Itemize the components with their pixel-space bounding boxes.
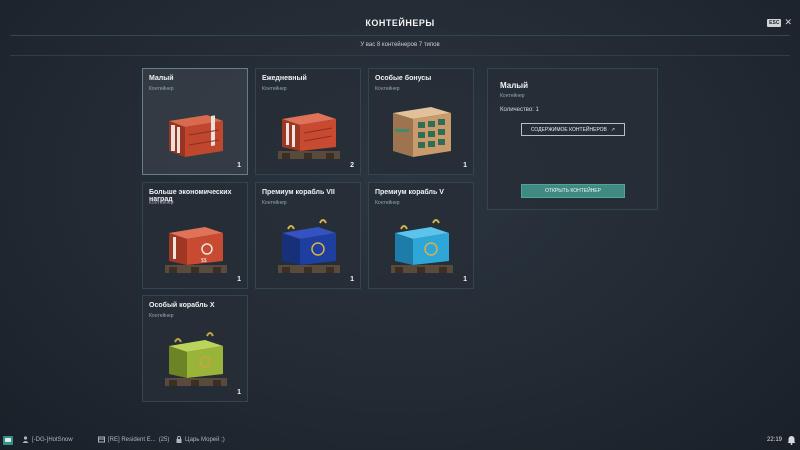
container-count: 1: [237, 276, 241, 283]
clan-member-count: (25): [158, 436, 170, 443]
container-card-more-economic-rewards[interactable]: Больше экономических наград Контейнер $$…: [142, 182, 248, 289]
close-icon[interactable]: ✕: [784, 18, 792, 27]
container-contents-label: СОДЕРЖИМОЕ КОНТЕЙНЕРОВ: [530, 126, 607, 133]
container-count: 1: [350, 276, 354, 283]
container-details-panel: Малый Контейнер Количество: 1 СОДЕРЖИМОЕ…: [487, 68, 658, 210]
container-card-special-bonuses[interactable]: Особые бонусы Контейнер 1: [368, 68, 474, 175]
container-contents-button[interactable]: СОДЕРЖИМОЕ КОНТЕЙНЕРОВ ↗: [521, 123, 625, 136]
container-crate-image: [391, 219, 453, 273]
external-link-icon: ↗: [610, 126, 616, 133]
container-type: Контейнер: [262, 200, 287, 206]
page-title: КОНТЕЙНЕРЫ: [365, 18, 435, 28]
container-count: 1: [463, 162, 467, 169]
clock: 22:19: [766, 437, 782, 443]
player-name: [-DG-]HotSnow: [32, 436, 73, 443]
details-container-name: Малый: [500, 81, 529, 90]
clan-name: [RE] Resident E...: [108, 436, 156, 443]
close-control[interactable]: ESC ✕: [767, 18, 792, 27]
header-divider: [10, 35, 790, 36]
chat-icon[interactable]: [3, 436, 13, 445]
container-cabinet-image: [393, 107, 451, 157]
open-container-button[interactable]: ОТКРЫТЬ КОНТЕЙНЕР: [521, 184, 625, 198]
open-container-label: ОТКРЫТЬ КОНТЕЙНЕР: [545, 188, 601, 194]
container-count: 1: [463, 276, 467, 283]
subtitle-divider: [10, 55, 790, 56]
container-crate-image: [278, 113, 340, 159]
container-count: 1: [237, 389, 241, 396]
container-name: Особые бонусы: [375, 75, 432, 82]
container-card-premium-ship-vii[interactable]: Премиум корабль VII Контейнер 1: [255, 182, 361, 289]
container-count: 1: [237, 162, 241, 169]
container-card-premium-ship-v[interactable]: Премиум корабль V Контейнер 1: [368, 182, 474, 289]
bottom-bar: [-DG-]HotSnow [RE] Resident E... (25) Ца…: [0, 432, 800, 450]
container-name: Особый корабль X: [149, 302, 215, 309]
container-name: Малый: [149, 75, 174, 82]
notification-bell-icon[interactable]: [787, 435, 796, 445]
container-name: Премиум корабль VII: [262, 189, 335, 196]
container-type: Контейнер: [149, 86, 174, 92]
container-type: Контейнер: [375, 86, 400, 92]
container-crate-image: [169, 115, 223, 157]
container-crate-image: [278, 219, 340, 273]
esc-key-badge[interactable]: ESC: [767, 18, 782, 27]
container-card-special-ship-x[interactable]: Особый корабль X Контейнер 1: [142, 295, 248, 402]
container-card-daily[interactable]: Ежедневный Контейнер 2: [255, 68, 361, 175]
container-type: Контейнер: [149, 313, 174, 319]
details-quantity: Количество: 1: [500, 107, 539, 113]
container-name: Ежедневный: [262, 75, 307, 82]
container-name: Премиум корабль V: [375, 189, 444, 196]
svg-text:$$: $$: [201, 258, 207, 264]
lock-icon: [176, 436, 182, 443]
container-type: Контейнер: [149, 200, 174, 206]
container-crate-image: $$: [165, 227, 227, 273]
player-info[interactable]: [-DG-]HotSnow: [22, 436, 73, 443]
container-count: 2: [350, 162, 354, 169]
details-container-type: Контейнер: [500, 93, 525, 99]
division-name: Царь Морей ;): [185, 436, 225, 443]
container-crate-image: [165, 332, 227, 386]
top-bar: КОНТЕЙНЕРЫ ESC ✕: [0, 0, 800, 40]
user-icon: [22, 436, 29, 443]
container-type: Контейнер: [262, 86, 287, 92]
container-card-small[interactable]: Малый Контейнер 1: [142, 68, 248, 175]
division-info[interactable]: Царь Морей ;): [176, 436, 225, 443]
container-summary: У вас 8 контейнеров 7 типов: [360, 42, 440, 48]
clan-icon: [98, 436, 105, 443]
container-type: Контейнер: [375, 200, 400, 206]
clan-info[interactable]: [RE] Resident E... (25): [98, 436, 169, 443]
